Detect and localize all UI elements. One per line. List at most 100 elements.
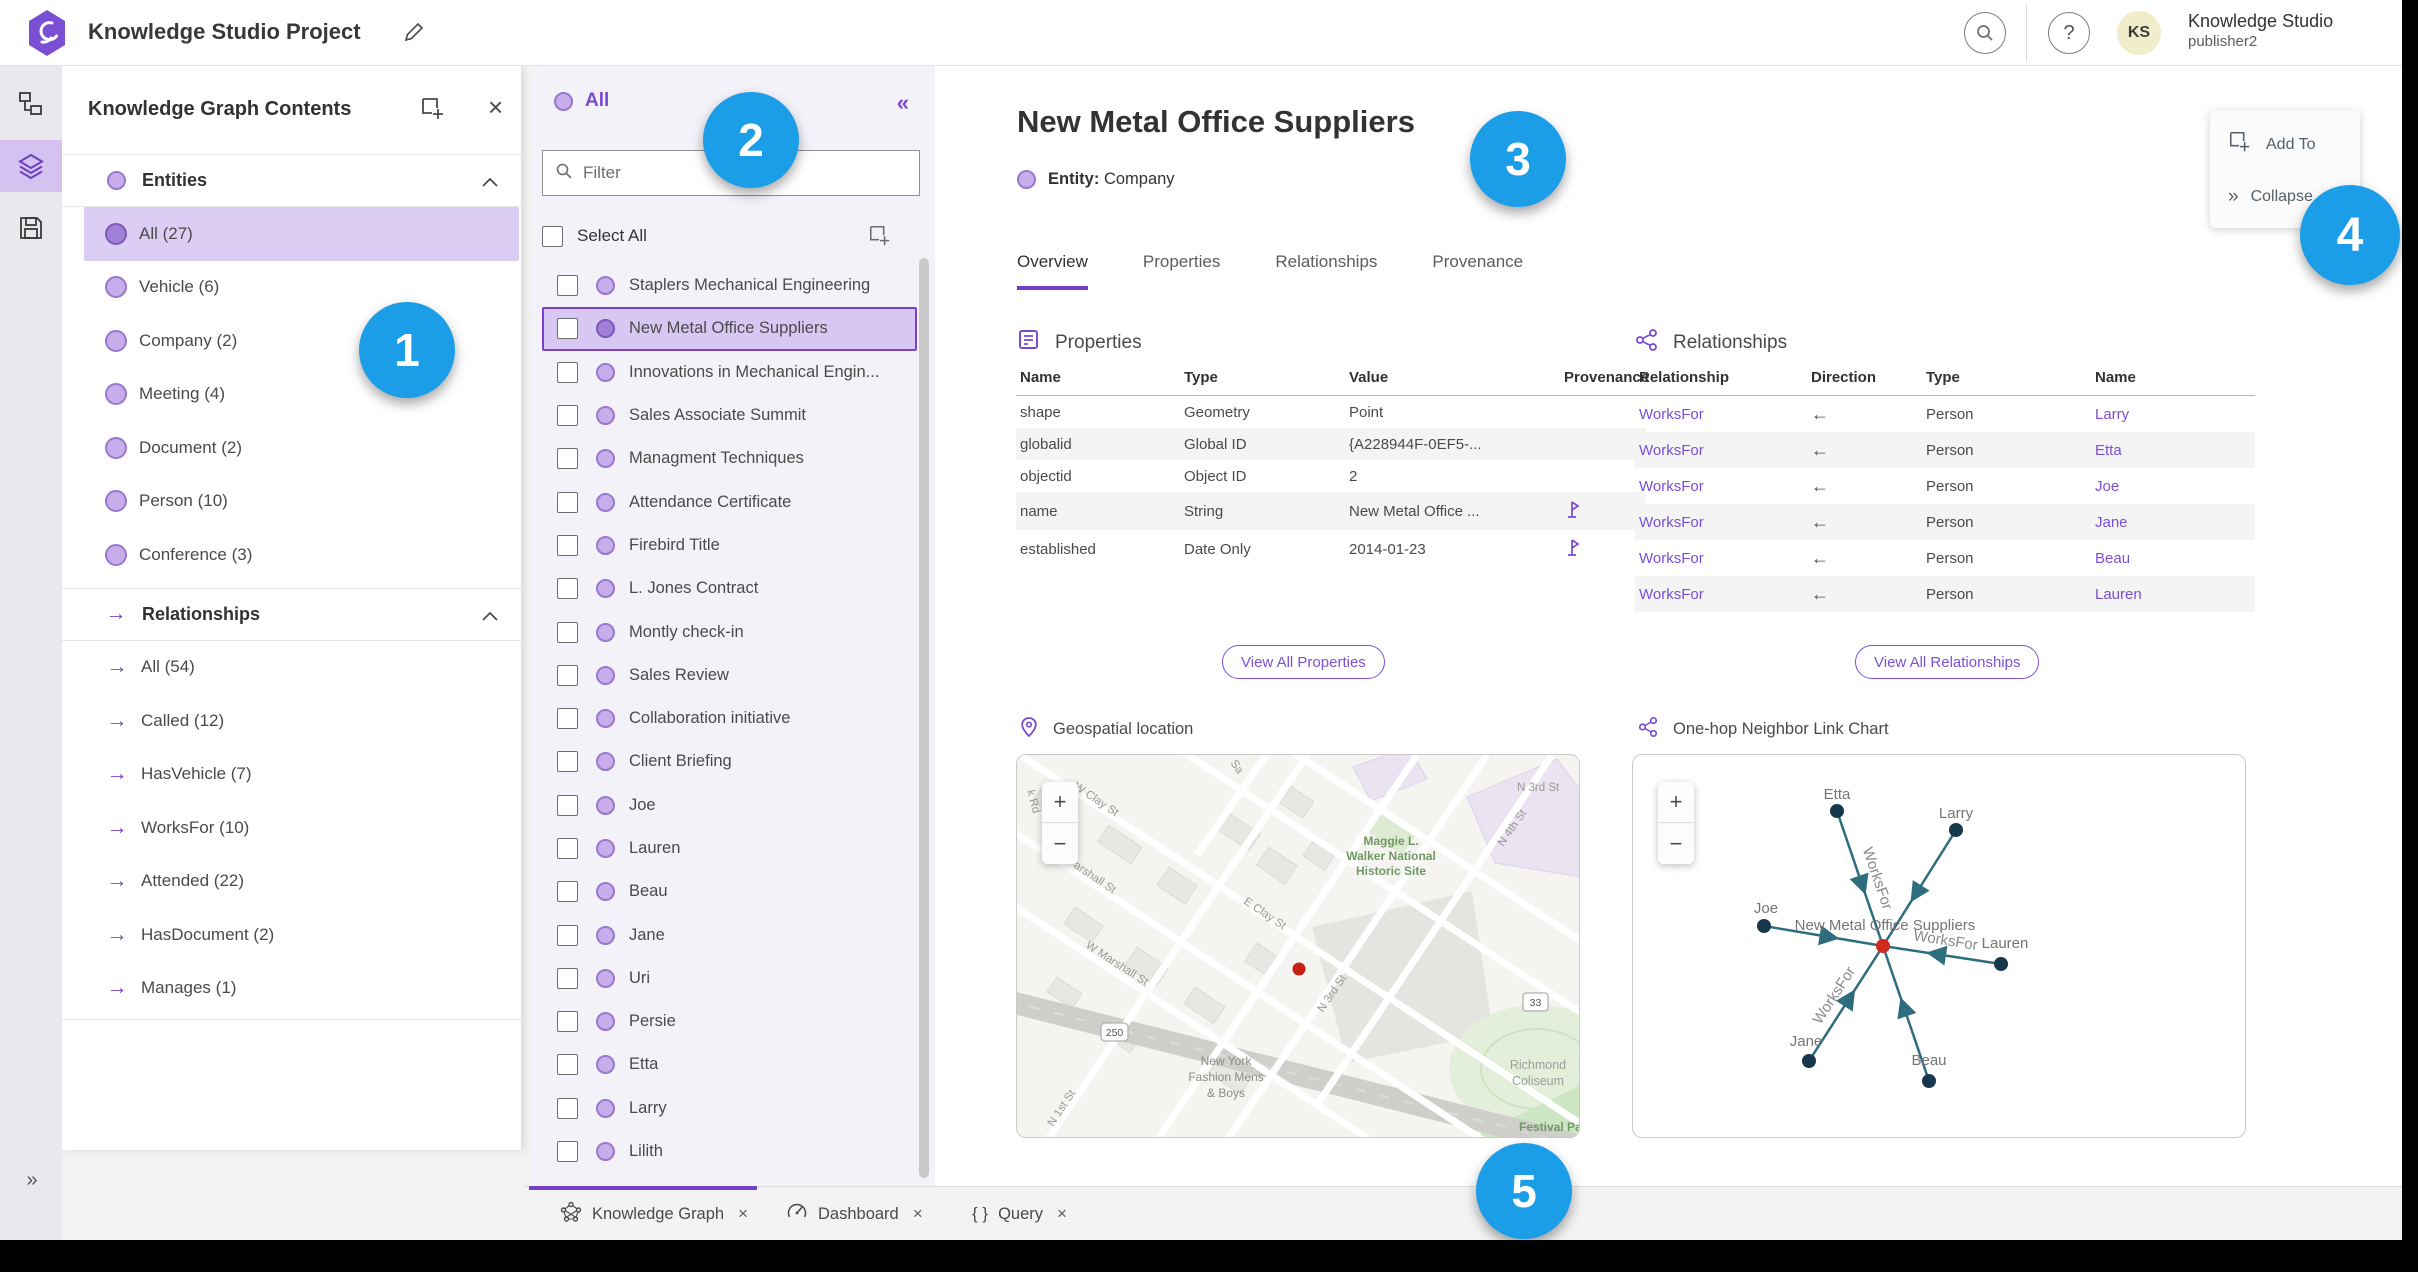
expand-rail-icon[interactable]: » [0,1160,62,1200]
schema-view-icon[interactable] [0,78,62,130]
one-hop-link-chart[interactable]: Etta Larry Joe Lauren Jane Beau New Meta… [1632,754,2246,1138]
item-checkbox[interactable] [557,1054,578,1076]
view-all-properties-button[interactable]: View All Properties [1222,645,1385,679]
save-icon[interactable] [0,202,62,254]
select-all-checkbox[interactable] [542,225,563,247]
list-item[interactable]: Montly check-in [542,610,917,653]
help-button[interactable]: ? [2048,12,2090,54]
list-item[interactable]: Staplers Mechanical Engineering [542,264,917,307]
entity-filter-conference[interactable]: Conference (3) [84,528,519,582]
item-checkbox[interactable] [557,491,578,513]
item-checkbox[interactable] [557,708,578,730]
tab-dashboard[interactable]: Dashboard × [786,1187,923,1241]
relationship-link[interactable]: WorksFor [1639,514,1704,531]
chart-node[interactable] [1757,919,1771,933]
item-checkbox[interactable] [557,1011,578,1033]
item-checkbox[interactable] [557,794,578,816]
list-scrollbar[interactable] [919,258,929,1178]
chart-node[interactable] [1830,804,1844,818]
rel-filter-manages[interactable]: → Manages (1) [84,962,519,1016]
edit-title-icon[interactable] [402,20,426,49]
provenance-flag-icon[interactable] [1564,538,1581,561]
relationships-section-header[interactable]: → Relationships [62,587,521,641]
list-item[interactable]: Etta [542,1043,917,1086]
relationship-link[interactable]: WorksFor [1639,550,1704,567]
list-item[interactable]: Firebird Title [542,524,917,567]
item-checkbox[interactable] [557,534,578,556]
list-item[interactable]: Innovations in Mechanical Engin... [542,351,917,394]
entity-filter-person[interactable]: Person (10) [84,475,519,529]
user-info[interactable]: Knowledge Studio publisher2 [2188,10,2333,51]
add-to-new-icon[interactable] [868,224,892,253]
entity-filter-all[interactable]: All (27) [84,207,519,261]
item-checkbox[interactable] [557,578,578,600]
geospatial-map[interactable]: k Rd W Clay St Sa N 3rd St N 4th St arsh… [1016,754,1580,1138]
zoom-in-button[interactable]: + [1658,782,1694,823]
item-checkbox[interactable] [557,838,578,859]
entity-filter-document[interactable]: Document (2) [84,421,519,475]
item-checkbox[interactable] [557,664,578,686]
item-checkbox[interactable] [557,275,578,297]
relationship-link[interactable]: WorksFor [1639,478,1704,495]
list-item[interactable]: Sales Associate Summit [542,394,917,437]
tab-query[interactable]: { } Query × [972,1187,1067,1241]
layers-view-icon[interactable] [0,140,62,192]
list-item[interactable]: Persie [542,1000,917,1043]
chart-node[interactable] [1922,1074,1936,1088]
tab-provenance[interactable]: Provenance [1432,252,1523,290]
collapse-button[interactable]: » Collapse [2228,186,2313,208]
entities-section-header[interactable]: Entities [62,154,521,207]
item-checkbox[interactable] [557,405,578,427]
entity-link[interactable]: Lauren [2095,586,2142,603]
add-to-new-icon[interactable] [420,96,446,127]
item-checkbox[interactable] [557,924,578,946]
close-tab-icon[interactable]: × [738,1204,748,1224]
entity-link[interactable]: Etta [2095,442,2122,459]
list-item[interactable]: Managment Techniques [542,437,917,480]
entity-link[interactable]: Larry [2095,406,2129,423]
item-checkbox[interactable] [557,1141,578,1163]
chart-node[interactable] [1802,1054,1816,1068]
entity-filter-vehicle[interactable]: Vehicle (6) [84,261,519,315]
tab-knowledge-graph[interactable]: Knowledge Graph × [560,1187,748,1241]
zoom-out-button[interactable]: − [1042,823,1078,864]
list-item[interactable]: Joe [542,784,917,827]
rel-filter-all[interactable]: → All (54) [84,641,519,695]
provenance-flag-icon[interactable] [1564,500,1581,523]
item-checkbox[interactable] [557,318,578,340]
item-checkbox[interactable] [557,448,578,470]
chart-node[interactable] [1949,823,1963,837]
item-checkbox[interactable] [557,967,578,989]
list-item[interactable]: Uri [542,957,917,1000]
rel-filter-worksfor[interactable]: → WorksFor (10) [84,801,519,855]
list-item[interactable]: L. Jones Contract [542,567,917,610]
chevron-up-icon[interactable] [481,609,499,627]
chart-center-node[interactable] [1876,939,1890,953]
chart-node[interactable] [1994,957,2008,971]
list-item[interactable]: Sales Review [542,654,917,697]
search-button[interactable] [1964,12,2006,54]
entity-link[interactable]: Beau [2095,550,2130,567]
list-item[interactable]: Client Briefing [542,740,917,783]
entity-filter-meeting[interactable]: Meeting (4) [84,368,519,422]
relationship-link[interactable]: WorksFor [1639,586,1704,603]
tab-overview[interactable]: Overview [1017,252,1088,290]
entity-link[interactable]: Joe [2095,478,2119,495]
add-to-button[interactable]: Add To [2228,130,2316,159]
list-item-selected[interactable]: New Metal Office Suppliers [542,307,917,351]
tab-relationships[interactable]: Relationships [1275,252,1377,290]
list-item[interactable]: Collaboration initiative [542,697,917,740]
collapse-list-panel-icon[interactable]: « [897,90,909,116]
close-tab-icon[interactable]: × [913,1204,923,1224]
view-all-relationships-button[interactable]: View All Relationships [1855,645,2040,679]
relationship-link[interactable]: WorksFor [1639,406,1704,423]
entity-link[interactable]: Jane [2095,514,2128,531]
zoom-out-button[interactable]: − [1658,823,1694,864]
item-checkbox[interactable] [557,361,578,383]
relationship-link[interactable]: WorksFor [1639,442,1704,459]
list-item[interactable]: Jane [542,913,917,956]
rel-filter-called[interactable]: → Called (12) [84,694,519,748]
rel-filter-hasvehicle[interactable]: → HasVehicle (7) [84,748,519,802]
item-checkbox[interactable] [557,881,578,903]
chevron-up-icon[interactable] [481,175,499,193]
